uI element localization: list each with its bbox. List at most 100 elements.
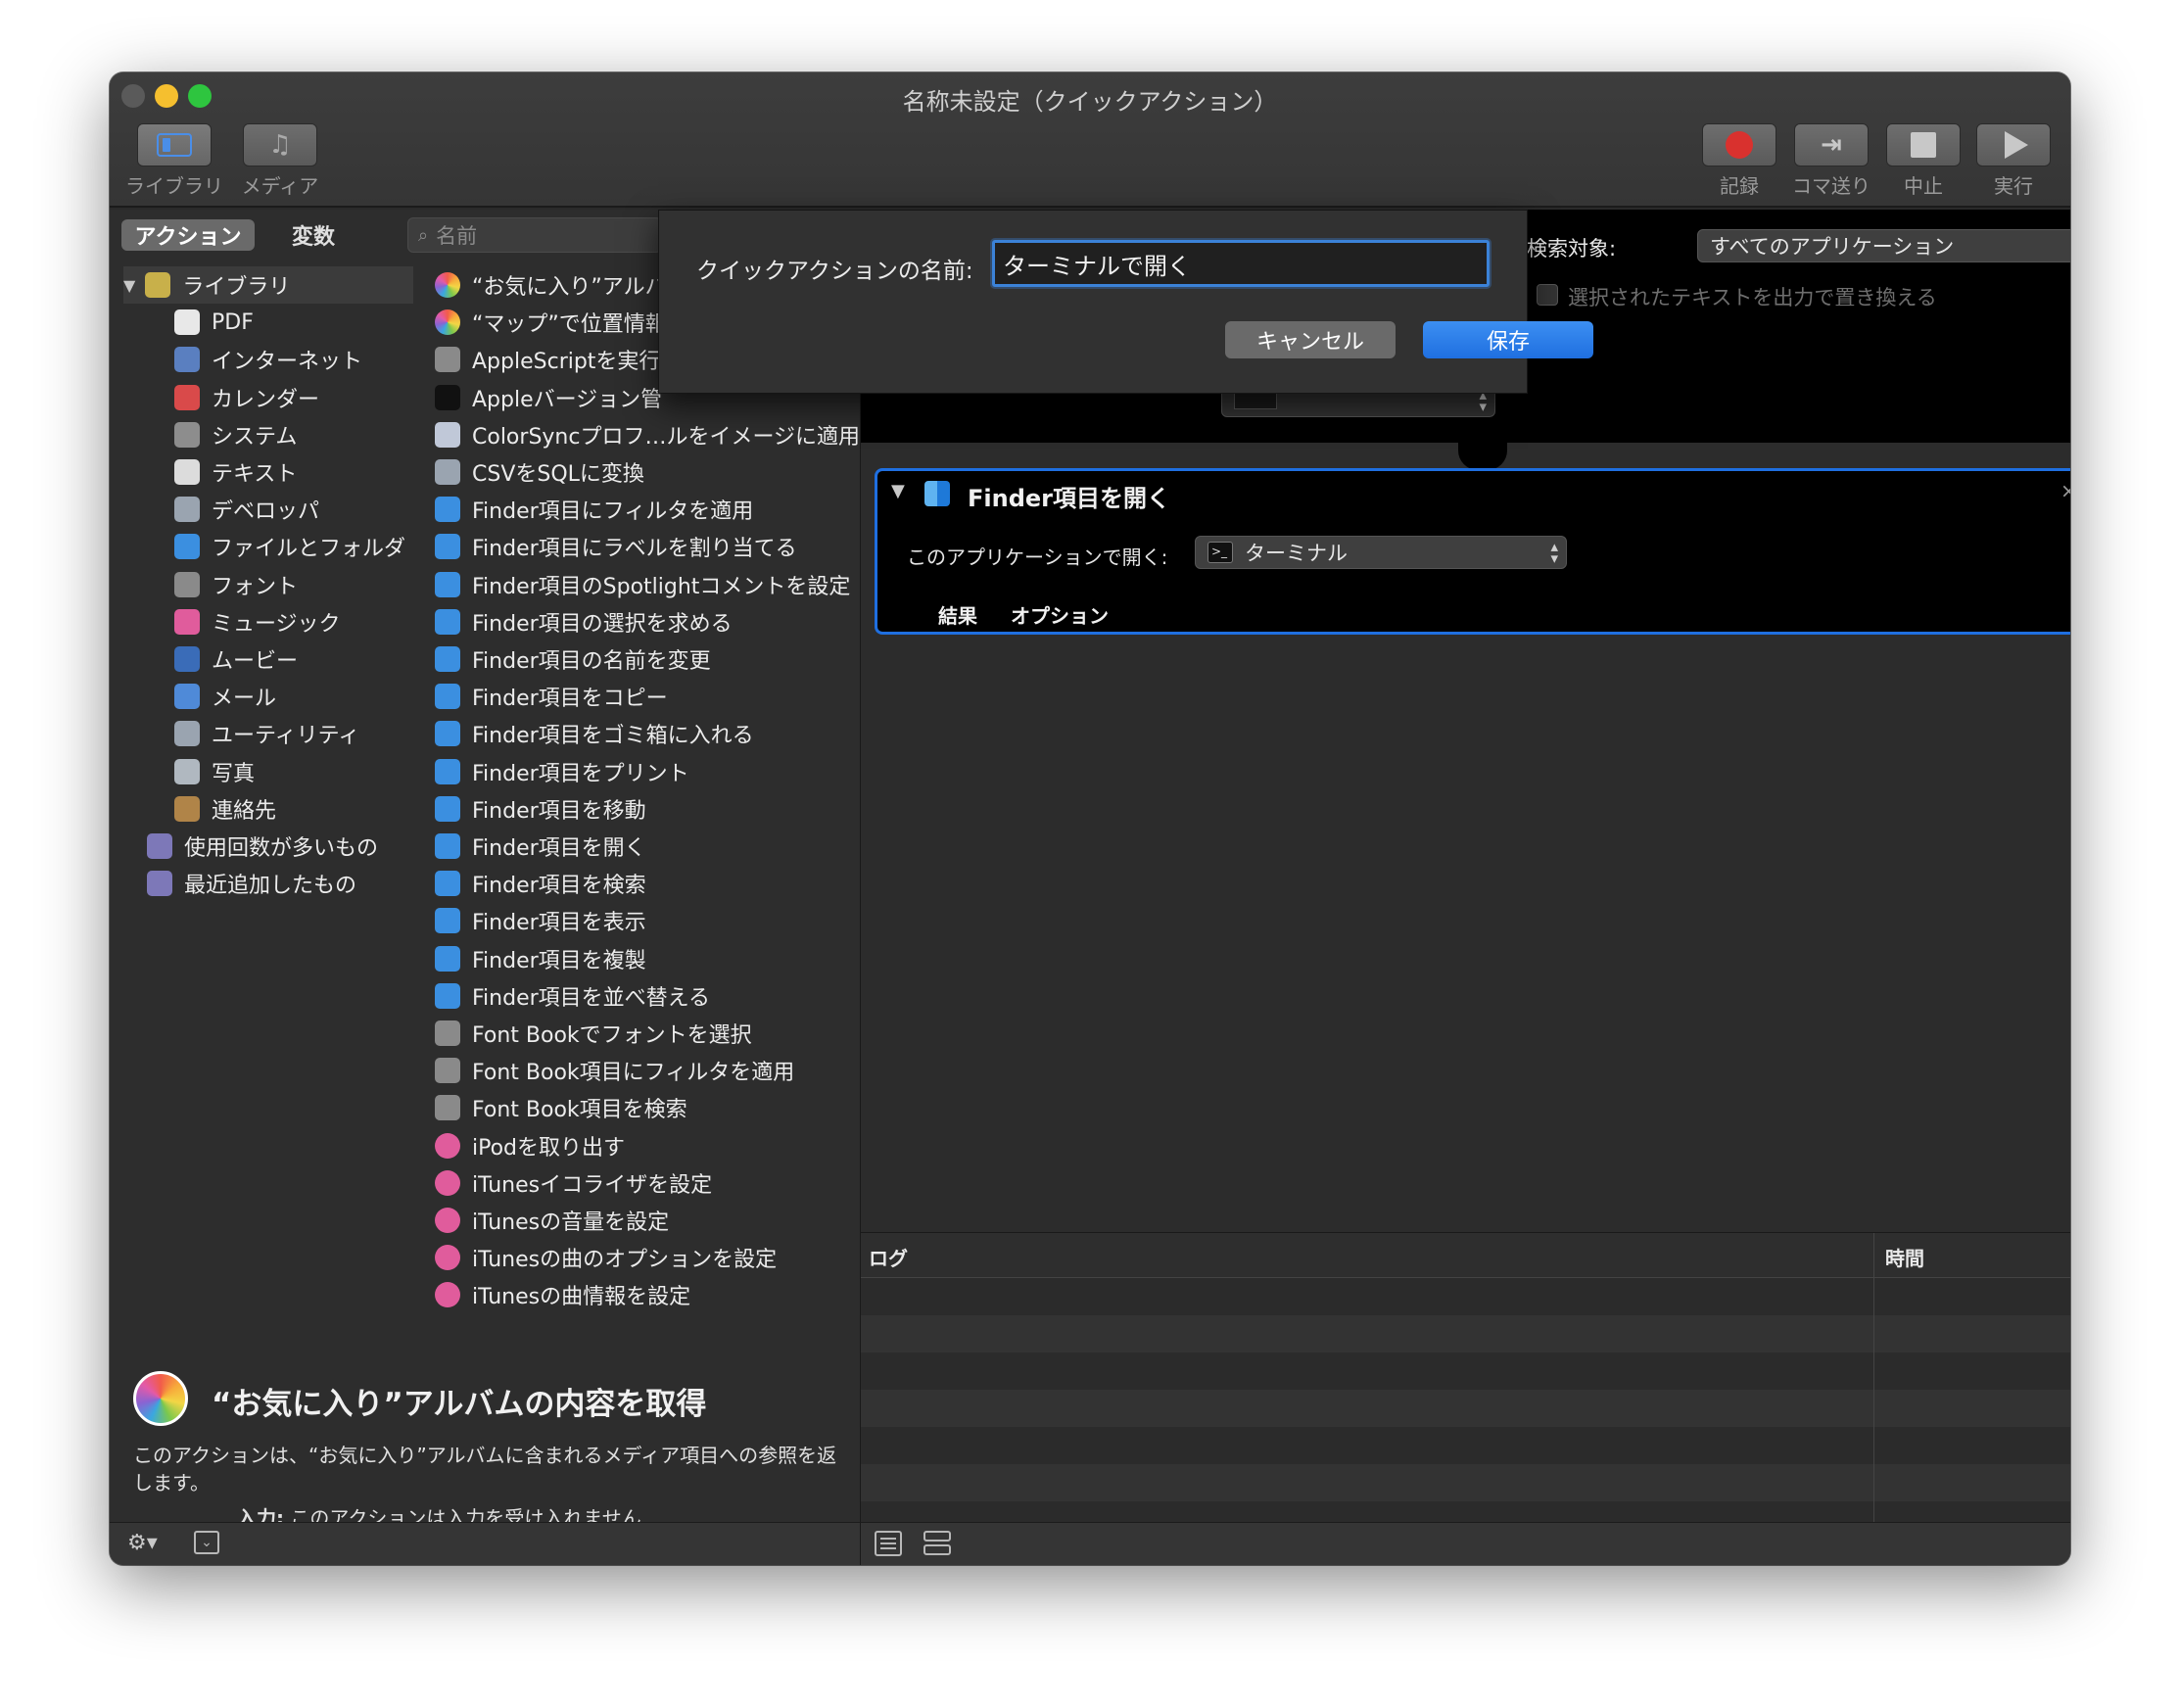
sidebar-item-category[interactable]: カレンダー [174, 379, 400, 416]
tab-options[interactable]: オプション [1011, 600, 1109, 629]
category-icon [174, 571, 200, 597]
run-button[interactable] [1976, 123, 2051, 166]
action-list-item[interactable]: Font Book項目を検索 [435, 1089, 687, 1126]
action-list-item[interactable]: Finder項目の選択を求める [435, 603, 733, 640]
action-list-item[interactable]: AppleScriptを実行 [435, 341, 660, 378]
replace-checkbox[interactable] [1537, 284, 1558, 306]
sidebar-item-category[interactable]: デベロッパ [174, 491, 400, 528]
action-label: iTunesの音量を設定 [472, 1210, 670, 1235]
stop-button[interactable] [1886, 123, 1961, 166]
search-icon: ⌕ [418, 224, 429, 246]
step-button[interactable]: ⇥ [1794, 123, 1869, 166]
action-label: ColorSyncプロフ…ルをイメージに適用 [472, 424, 861, 450]
category-icon [174, 384, 200, 410]
action-list-item[interactable]: “マップ”で位置情報 [435, 304, 667, 341]
sidebar-item-category[interactable]: インターネット [174, 341, 400, 378]
step-icon: ⇥ [1821, 130, 1842, 160]
action-list-item[interactable]: Finder項目をゴミ箱に入れる [435, 715, 754, 752]
action-list-item[interactable]: Finder項目をコピー [435, 678, 668, 715]
category-label: メール [212, 687, 277, 712]
window-title: 名称未設定（クイックアクション） [902, 88, 1278, 116]
sidebar-item-category[interactable]: 写真 [174, 753, 400, 790]
media-button[interactable]: ♫ [243, 123, 317, 166]
sidebar-item-category[interactable]: フォント [174, 566, 400, 603]
tab-actions[interactable]: アクション [121, 219, 255, 251]
log-row [861, 1352, 2070, 1390]
sidebar-item-category[interactable]: 使用回数が多いもの [147, 828, 400, 865]
action-list-item[interactable]: Appleバージョン管 [435, 379, 662, 416]
action-list-item[interactable]: Finder項目にフィルタを適用 [435, 491, 753, 528]
action-connector [1458, 443, 1507, 470]
search-scope-popup[interactable]: すべてのアプリケーション [1697, 229, 2070, 262]
gear-icon[interactable]: ⚙︎▾ [127, 1531, 158, 1555]
sidebar-item-category[interactable]: ユーティリティ [174, 715, 400, 752]
action-icon [435, 608, 460, 635]
action-list-item[interactable]: Finder項目の名前を変更 [435, 640, 711, 678]
action-list-item[interactable]: Finder項目を並べ替える [435, 977, 710, 1015]
action-list-item[interactable]: iTunesイコライザを設定 [435, 1164, 712, 1202]
action-list-item[interactable]: iPodを取り出す [435, 1127, 625, 1164]
action-list-item[interactable]: Font Bookでフォントを選択 [435, 1015, 752, 1052]
sidebar-item-category[interactable]: テキスト [174, 453, 400, 491]
action-list-item[interactable]: iTunesの曲のオプションを設定 [435, 1239, 777, 1276]
log-column-header[interactable]: ログ [869, 1243, 908, 1271]
action-list-item[interactable]: Finder項目を検索 [435, 865, 646, 902]
action-icon [435, 384, 460, 410]
sidebar-item-category[interactable]: 連絡先 [174, 790, 400, 828]
disclosure-triangle-icon[interactable]: ▼ [123, 276, 135, 295]
tab-results[interactable]: 結果 [938, 600, 977, 629]
record-button[interactable] [1702, 123, 1776, 166]
disclosure-triangle-icon[interactable]: ▼ [891, 481, 905, 501]
sidebar-item-category[interactable]: 最近追加したもの [147, 865, 400, 902]
action-list-item[interactable]: Font Book項目にフィルタを適用 [435, 1052, 794, 1089]
action-list-item[interactable]: CSVをSQLに変換 [435, 453, 644, 491]
sidebar-item-category[interactable]: ムービー [174, 640, 400, 678]
log-row [861, 1464, 2070, 1501]
action-label: Finder項目を検索 [472, 874, 646, 899]
sidebar-item-category[interactable]: ファイルとフォルダ [174, 528, 405, 565]
action-label: Finder項目の名前を変更 [472, 649, 711, 674]
action-list-item[interactable]: iTunesの曲情報を設定 [435, 1276, 690, 1313]
color-swatch [1234, 392, 1277, 409]
save-button[interactable]: 保存 [1423, 321, 1593, 358]
action-list-item[interactable]: Finder項目を移動 [435, 790, 646, 828]
time-column-header[interactable]: 時間 [1885, 1243, 1924, 1271]
list-view-icon[interactable] [875, 1531, 902, 1556]
action-label: “お気に入り”アルバ [472, 275, 667, 300]
action-icon [435, 871, 460, 897]
quick-action-name-input[interactable]: ターミナルで開く [992, 240, 1490, 287]
column-divider [1873, 1278, 1874, 1523]
category-label: インターネット [212, 350, 363, 375]
action-list-item[interactable]: Finder項目を表示 [435, 902, 646, 939]
sidebar-item-category[interactable]: ▼ ライブラリ [123, 266, 413, 304]
quick-action-name-value: ターミナルで開く [1003, 252, 1191, 280]
action-label: iPodを取り出す [472, 1135, 626, 1161]
action-search-input[interactable]: ⌕ 名前 [407, 217, 662, 253]
library-button[interactable] [137, 123, 212, 166]
category-label: デベロッパ [212, 499, 320, 525]
category-label: テキスト [212, 462, 298, 487]
action-list-item[interactable]: Finder項目を開く [435, 828, 646, 865]
action-list-item[interactable]: Finder項目をプリント [435, 753, 689, 790]
description-toggle-icon[interactable]: ⌄ [194, 1531, 219, 1554]
action-icon [435, 1058, 460, 1084]
remove-action-icon[interactable]: × [2060, 479, 2070, 502]
action-list-item[interactable]: iTunesの音量を設定 [435, 1202, 669, 1239]
action-list-item[interactable]: Finder項目のSpotlightコメントを設定 [435, 566, 850, 603]
tab-variables[interactable]: 変数 [255, 219, 372, 251]
sidebar-item-category[interactable]: システム [174, 416, 400, 453]
action-list-item[interactable]: “お気に入り”アルバ [435, 266, 667, 304]
category-label: ミュージック [212, 611, 341, 637]
action-label: Appleバージョン管 [472, 387, 663, 412]
open-with-popup[interactable]: >_ ターミナル ▴ ▾ [1195, 536, 1567, 569]
sidebar-item-category[interactable]: PDF [174, 304, 400, 341]
action-list-item[interactable]: ColorSyncプロフ…ルをイメージに適用 [435, 416, 860, 453]
action-list-item[interactable]: Finder項目にラベルを割り当てる [435, 528, 797, 565]
split-view-icon[interactable] [923, 1531, 953, 1556]
action-list-item[interactable]: Finder項目を複製 [435, 940, 646, 977]
library-pane: アクション 変数 ⌕ 名前 ▼ ライブラリ PDF インターネットカレンダー システムテ… [110, 210, 860, 1530]
category-icon [174, 721, 200, 747]
cancel-button[interactable]: キャンセル [1225, 321, 1396, 358]
sidebar-item-category[interactable]: メール [174, 678, 400, 715]
sidebar-item-category[interactable]: ミュージック [174, 603, 400, 640]
